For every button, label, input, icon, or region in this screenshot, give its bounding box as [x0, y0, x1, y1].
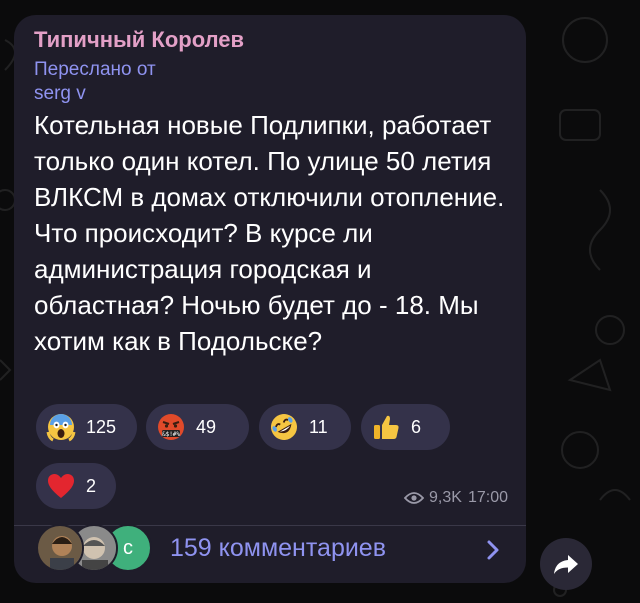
share-arrow-icon	[554, 555, 578, 574]
cursing-face-icon: &$!#%	[158, 414, 184, 440]
red-heart-icon	[48, 474, 74, 498]
comments-count-link[interactable]: 159 комментариев	[170, 534, 386, 563]
message-text: Котельная новые Подлипки, работает тольк…	[34, 110, 505, 356]
avatar	[36, 524, 84, 572]
forwarded-label: Переслано от	[34, 59, 156, 80]
thumbs-up-icon	[374, 415, 399, 439]
reaction-count: 2	[86, 475, 97, 496]
views-count: 9,3K	[429, 489, 462, 506]
reaction-scream[interactable]: 125	[36, 404, 137, 450]
commenter-avatars[interactable]: c	[36, 524, 156, 574]
chevron-right-icon[interactable]	[484, 538, 502, 562]
reaction-count: 11	[309, 416, 328, 437]
reaction-thumbs-up[interactable]: 6	[361, 404, 450, 450]
reaction-rofl[interactable]: 11	[259, 404, 351, 450]
rofl-face-icon	[271, 414, 297, 440]
reaction-count: 125	[86, 416, 117, 437]
sender-name[interactable]: Типичный Королев	[34, 27, 244, 53]
svg-text:&$!#%: &$!#%	[162, 431, 180, 438]
reaction-cursing[interactable]: &$!#% 49	[146, 404, 249, 450]
message-bubble: Типичный Королев Переслано от serg v Кот…	[14, 15, 526, 583]
scream-face-icon	[46, 414, 76, 442]
reaction-heart[interactable]: 2	[36, 463, 116, 509]
message-meta: 9,3K 17:00	[404, 489, 508, 507]
reaction-count: 49	[196, 416, 217, 437]
message-time: 17:00	[467, 489, 508, 506]
forwarded-from[interactable]: serg v	[34, 82, 156, 106]
forwarded-header[interactable]: Переслано от serg v	[34, 58, 156, 106]
reaction-count: 6	[411, 416, 422, 437]
share-button[interactable]	[540, 538, 592, 590]
views-eye-icon	[404, 492, 425, 504]
